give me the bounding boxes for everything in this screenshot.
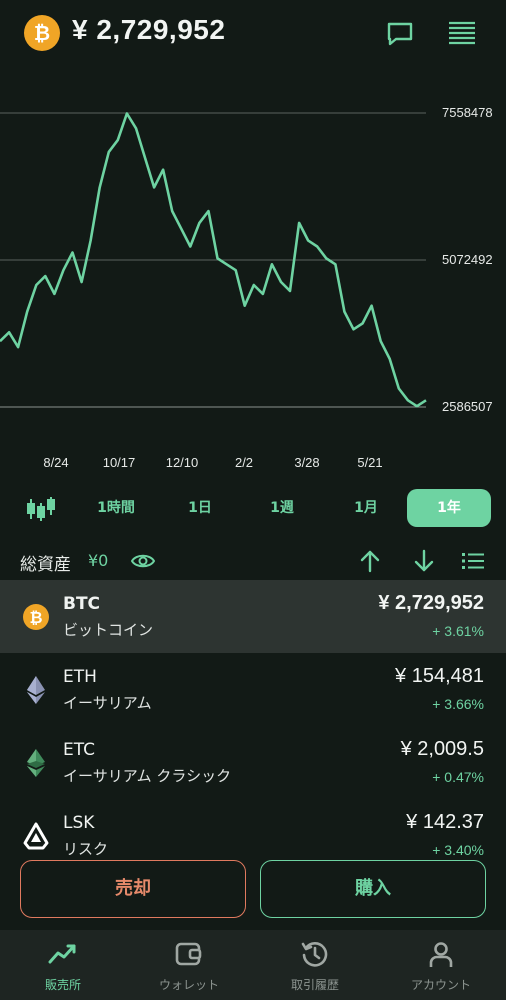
coin-name: イーサリアム クラシック <box>63 767 232 785</box>
menu-icon[interactable] <box>448 20 476 46</box>
chart-trend-icon <box>48 944 76 964</box>
coin-price: ¥ 2,009.5 <box>400 738 484 760</box>
x-tick-label: 8/24 <box>43 455 69 470</box>
header-price: ¥ 2,729,952 <box>72 14 226 45</box>
coin-change: + 3.40% <box>432 842 484 858</box>
buy-button[interactable]: 購入 <box>260 860 486 918</box>
coin-row-lsk[interactable]: LSK リスク ¥ 142.37 + 3.40% <box>0 799 506 858</box>
coin-symbol: ETH <box>63 667 97 687</box>
x-tick-label: 10/17 <box>102 455 136 470</box>
list-icon[interactable] <box>462 551 484 571</box>
account-icon <box>429 942 453 967</box>
sell-button[interactable]: 売却 <box>20 860 246 918</box>
coin-name: イーサリアム <box>63 694 152 712</box>
arrow-down-icon[interactable] <box>412 549 436 573</box>
coin-list: ₿ BTC ビットコイン ¥ 2,729,952 + 3.61% ETH イーサ… <box>0 580 506 858</box>
chat-icon[interactable] <box>385 20 415 48</box>
coin-price: ¥ 142.37 <box>406 811 484 833</box>
coin-symbol: LSK <box>63 813 95 833</box>
period-1week[interactable]: 1週 <box>250 489 314 527</box>
period-selector: 1時間 1日 1週 1月 1年 <box>0 489 506 529</box>
bitcoin-icon: ₿ <box>22 602 50 632</box>
bottom-tab-bar: 販売所 ウォレット 取引履歴 アカウント <box>0 930 506 1000</box>
coin-name: ビットコイン <box>63 621 154 639</box>
tab-label: アカウント <box>410 978 471 992</box>
coin-symbol: ETC <box>63 740 95 760</box>
tab-label: 販売所 <box>44 978 81 992</box>
tab-account[interactable]: アカウント <box>378 930 504 1000</box>
eye-icon[interactable] <box>130 551 156 571</box>
history-icon <box>301 942 328 967</box>
price-chart-svg <box>0 112 427 408</box>
ethereum-icon <box>22 675 50 705</box>
wallet-icon <box>175 942 202 966</box>
coin-price: ¥ 154,481 <box>395 665 484 687</box>
period-1day[interactable]: 1日 <box>168 489 232 527</box>
x-tick-label: 3/28 <box>294 455 320 470</box>
period-1month[interactable]: 1月 <box>334 489 398 527</box>
x-tick-label: 12/10 <box>165 455 199 470</box>
bitcoin-icon: ₿ <box>24 15 60 51</box>
coin-change: + 3.61% <box>432 623 484 639</box>
coin-change: + 0.47% <box>432 769 484 785</box>
y-tick-label: 5072492 <box>442 252 493 267</box>
coin-symbol: BTC <box>63 594 101 614</box>
tab-wallet[interactable]: ウォレット <box>126 930 252 1000</box>
tab-label: ウォレット <box>158 978 219 992</box>
candlestick-icon[interactable] <box>26 495 56 523</box>
x-tick-label: 5/21 <box>357 455 383 470</box>
total-assets-row: 総資産 ¥0 <box>0 545 506 577</box>
ethereum-classic-icon <box>22 748 50 778</box>
coin-name: リスク <box>63 840 109 858</box>
coin-row-eth[interactable]: ETH イーサリアム ¥ 154,481 + 3.66% <box>0 653 506 726</box>
arrow-up-icon[interactable] <box>358 549 382 573</box>
total-assets-label: 総資産 <box>20 555 71 575</box>
y-tick-label: 7558478 <box>442 105 493 120</box>
tab-sales[interactable]: 販売所 <box>0 930 126 1000</box>
x-axis: 8/24 10/17 12/10 2/2 3/28 5/21 <box>0 455 506 475</box>
x-tick-label: 2/2 <box>234 455 254 470</box>
coin-price: ¥ 2,729,952 <box>378 592 484 614</box>
price-chart: 7558478 5072492 2586507 <box>0 95 506 425</box>
y-tick-label: 2586507 <box>442 399 493 414</box>
app-header: ₿ ¥ 2,729,952 <box>0 0 506 70</box>
coin-change: + 3.66% <box>432 696 484 712</box>
lisk-icon <box>22 821 50 851</box>
total-assets-value: ¥0 <box>88 551 109 570</box>
coin-row-btc[interactable]: ₿ BTC ビットコイン ¥ 2,729,952 + 3.61% <box>0 580 506 653</box>
coin-row-etc[interactable]: ETC イーサリアム クラシック ¥ 2,009.5 + 0.47% <box>0 726 506 799</box>
trade-actions: 売却 購入 <box>0 858 506 928</box>
svg-text:₿: ₿ <box>29 608 42 627</box>
period-1hour[interactable]: 1時間 <box>84 489 148 527</box>
tab-history[interactable]: 取引履歴 <box>252 930 378 1000</box>
tab-label: 取引履歴 <box>290 978 339 992</box>
period-1year[interactable]: 1年 <box>407 489 491 527</box>
